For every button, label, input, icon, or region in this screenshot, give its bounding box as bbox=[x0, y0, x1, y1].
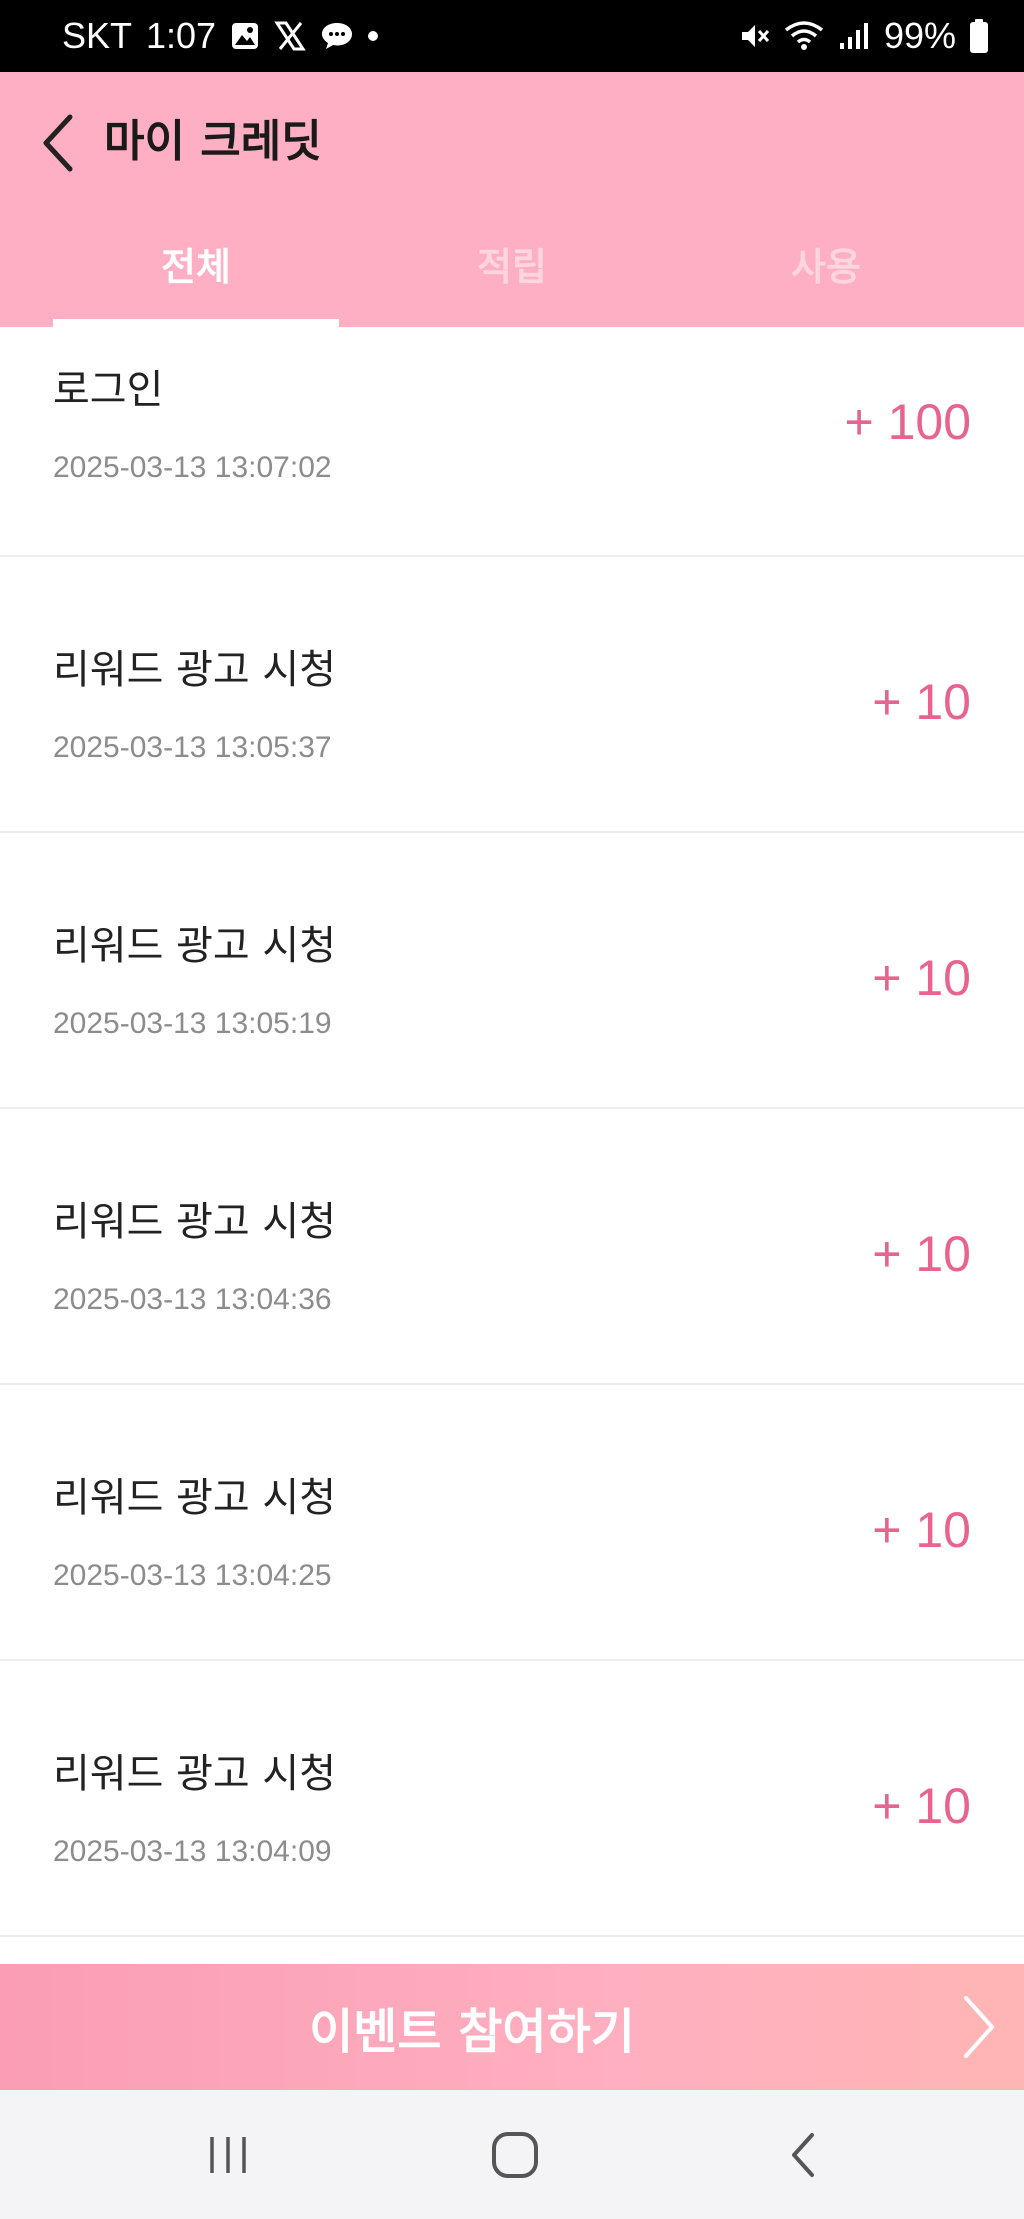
item-date: 2025-03-13 13:07:02 bbox=[53, 451, 332, 484]
item-title: 리워드 광고 시청 bbox=[53, 647, 337, 693]
list-item[interactable]: 리워드 광고 시청 2025-03-13 13:05:19 + 10 bbox=[0, 833, 1024, 1109]
list-item[interactable]: 리워드 광고 시청 2025-03-13 13:04:36 + 10 bbox=[0, 1109, 1024, 1385]
carrier-label: SKT bbox=[62, 15, 133, 56]
tab-earned[interactable]: 적립 bbox=[369, 232, 655, 327]
back-icon bbox=[792, 2133, 814, 2177]
clock: 1:07 bbox=[146, 15, 217, 56]
item-amount: + 10 bbox=[872, 1778, 971, 1834]
page-title: 마이 크레딧 bbox=[104, 116, 322, 167]
event-participate-button[interactable]: 이벤트 참여하기 bbox=[0, 1964, 1024, 2090]
dot-icon bbox=[368, 31, 379, 41]
recent-apps-icon bbox=[210, 2137, 246, 2173]
item-date: 2025-03-13 13:05:19 bbox=[53, 1007, 332, 1040]
home-icon bbox=[492, 2132, 538, 2178]
system-nav-bar bbox=[0, 2090, 1024, 2219]
item-title: 로그인 bbox=[53, 367, 164, 413]
item-date: 2025-03-13 13:04:36 bbox=[53, 1283, 332, 1316]
status-left: SKT 1:07 bbox=[62, 0, 379, 72]
chat-bubble-icon bbox=[320, 20, 354, 52]
item-amount: + 10 bbox=[872, 950, 971, 1006]
item-title: 리워드 광고 시청 bbox=[53, 1751, 337, 1797]
item-amount: + 10 bbox=[872, 1226, 971, 1282]
list-item[interactable]: 리워드 광고 시청 2025-03-13 13:04:25 + 10 bbox=[0, 1385, 1024, 1661]
item-amount: + 10 bbox=[872, 1502, 971, 1558]
gallery-icon bbox=[230, 21, 260, 51]
list-item[interactable]: 리워드 광고 시청 2025-03-13 13:05:37 + 10 bbox=[0, 557, 1024, 833]
home-button[interactable] bbox=[480, 2120, 550, 2190]
active-tab-indicator bbox=[53, 319, 339, 327]
chevron-right-icon bbox=[964, 1996, 994, 2058]
item-date: 2025-03-13 13:04:25 bbox=[53, 1559, 332, 1592]
event-label: 이벤트 참여하기 bbox=[309, 2004, 635, 2060]
back-button[interactable] bbox=[30, 108, 86, 178]
status-bar: SKT 1:07 99% bbox=[0, 0, 1024, 72]
item-title: 리워드 광고 시청 bbox=[53, 1475, 337, 1521]
item-title: 리워드 광고 시청 bbox=[53, 923, 337, 969]
mute-icon bbox=[738, 20, 770, 52]
x-logo-icon bbox=[274, 21, 306, 51]
tab-label: 사용 bbox=[791, 245, 861, 289]
status-right: 99% bbox=[738, 0, 988, 72]
battery-percent: 99% bbox=[883, 15, 956, 56]
tab-used[interactable]: 사용 bbox=[683, 232, 969, 327]
item-title: 리워드 광고 시청 bbox=[53, 1199, 337, 1245]
item-date: 2025-03-13 13:05:37 bbox=[53, 731, 332, 764]
chevron-left-icon bbox=[43, 114, 73, 172]
tab-bar: 전체 적립 사용 bbox=[0, 232, 1024, 327]
battery-icon bbox=[970, 19, 988, 53]
list-item[interactable]: 리워드 광고 시청 2025-03-13 13:04:09 + 10 bbox=[0, 1661, 1024, 1937]
item-amount: + 10 bbox=[872, 674, 971, 730]
nav-back-button[interactable] bbox=[768, 2120, 838, 2190]
recent-apps-button[interactable] bbox=[193, 2120, 263, 2190]
tab-label: 전체 bbox=[161, 245, 231, 289]
signal-icon bbox=[838, 21, 870, 51]
list-item[interactable]: 로그인 2025-03-13 13:07:02 + 100 bbox=[0, 327, 1024, 557]
tab-all[interactable]: 전체 bbox=[53, 232, 339, 327]
item-amount: + 100 bbox=[844, 394, 971, 450]
item-date: 2025-03-13 13:04:09 bbox=[53, 1835, 332, 1868]
app-header: 마이 크레딧 전체 적립 사용 bbox=[0, 72, 1024, 327]
wifi-icon bbox=[784, 20, 824, 52]
credit-history-list[interactable]: 로그인 2025-03-13 13:07:02 + 100 리워드 광고 시청 … bbox=[0, 327, 1024, 1937]
tab-label: 적립 bbox=[477, 245, 547, 289]
